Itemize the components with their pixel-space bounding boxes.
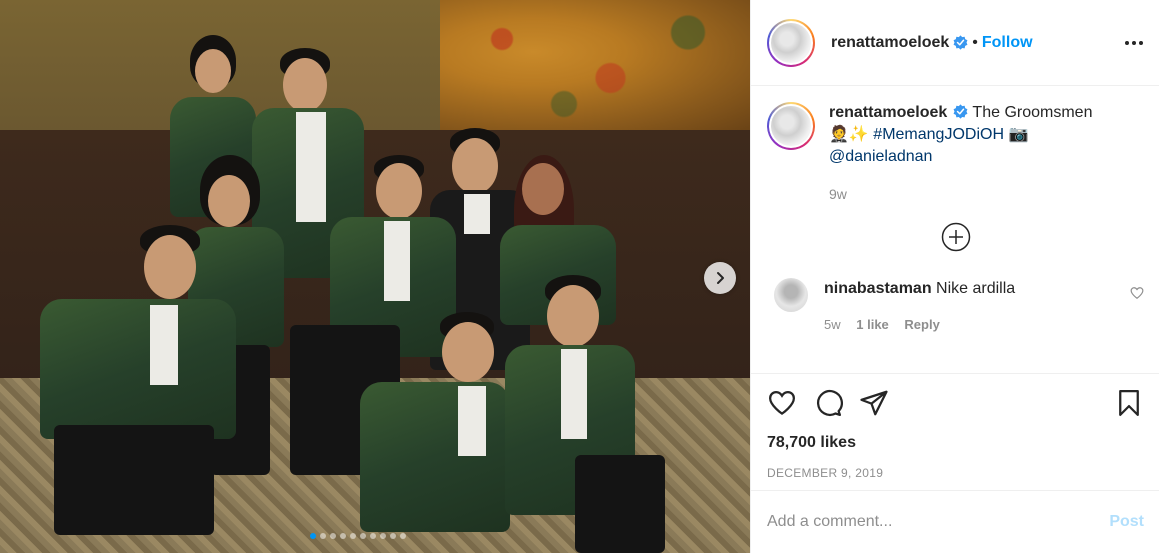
commenter-username[interactable]: ninabastaman <box>824 280 932 297</box>
bookmark-icon[interactable] <box>1114 388 1144 418</box>
verified-badge-icon <box>953 104 968 119</box>
caption-emoji: 🤵✨ <box>829 126 869 143</box>
caption-text: renattamoeloek The Groomsmen 🤵✨ #MemangJ… <box>829 102 1092 168</box>
comment-meta: 5w 1 like Reply <box>824 314 1114 336</box>
heart-icon[interactable] <box>767 388 797 418</box>
comment-icon[interactable] <box>813 388 843 418</box>
header-separator: • <box>972 33 978 51</box>
caption-hashtag[interactable]: #MemangJODiOH <box>873 126 1004 143</box>
carousel-dot <box>330 533 336 539</box>
chevron-right-icon <box>717 272 724 284</box>
add-comment-bar: Post <box>751 490 1159 553</box>
follow-button[interactable]: Follow <box>982 34 1033 52</box>
post-caption: renattamoeloek The Groomsmen 🤵✨ #MemangJ… <box>767 102 1144 202</box>
comment-text: Nike ardilla <box>936 280 1016 297</box>
share-icon[interactable] <box>859 388 889 418</box>
comment-like-icon[interactable] <box>1130 286 1144 300</box>
comment-age: 5w <box>824 317 841 332</box>
carousel-next-button[interactable] <box>704 262 736 294</box>
carousel-dot <box>350 533 356 539</box>
photo-tapestry <box>440 0 750 130</box>
comments-section: renattamoeloek The Groomsmen 🤵✨ #MemangJ… <box>751 86 1159 373</box>
caption-mention[interactable]: @danieladnan <box>829 148 932 165</box>
comment-reply-button[interactable]: Reply <box>904 317 939 332</box>
load-more-comments-button[interactable] <box>767 222 1144 252</box>
carousel-dot <box>340 533 346 539</box>
carousel-dot <box>370 533 376 539</box>
caption-author-username[interactable]: renattamoeloek <box>829 104 947 121</box>
photo-figure <box>40 225 240 545</box>
author-username[interactable]: renattamoeloek <box>831 34 949 52</box>
comment-likes[interactable]: 1 like <box>856 317 889 332</box>
plus-circle-icon <box>941 222 970 252</box>
post-header: renattamoeloek • Follow <box>751 0 1159 86</box>
likes-count[interactable]: 78,700 likes <box>767 434 1144 452</box>
post-comment-button[interactable]: Post <box>1109 513 1144 531</box>
carousel-dot <box>320 533 326 539</box>
carousel-dot <box>360 533 366 539</box>
more-options-icon[interactable] <box>1125 40 1143 45</box>
carousel-indicator <box>310 533 406 539</box>
photo-figure <box>340 312 510 553</box>
caption-body: The Groomsmen <box>972 104 1093 121</box>
carousel-dot <box>390 533 396 539</box>
post-actions: 78,700 likes DECEMBER 9, 2019 <box>751 373 1159 480</box>
caption-author-avatar[interactable] <box>767 102 815 150</box>
carousel-dot <box>310 533 316 539</box>
verified-badge-icon <box>953 35 968 50</box>
post-photo[interactable] <box>0 0 750 553</box>
carousel-dot <box>400 533 406 539</box>
comment-item: ninabastaman Nike ardilla 5w 1 like Repl… <box>767 278 1144 336</box>
photo-figure <box>505 275 665 553</box>
carousel-dot <box>380 533 386 539</box>
comment-input[interactable] <box>767 513 1110 531</box>
author-avatar[interactable] <box>767 18 815 67</box>
post-date: DECEMBER 9, 2019 <box>767 466 884 480</box>
post-side-panel: renattamoeloek • Follow renattamoeloek T… <box>750 0 1159 553</box>
caption-age: 9w <box>829 186 847 202</box>
commenter-avatar[interactable] <box>774 278 808 312</box>
camera-emoji: 📷 <box>1008 126 1029 143</box>
